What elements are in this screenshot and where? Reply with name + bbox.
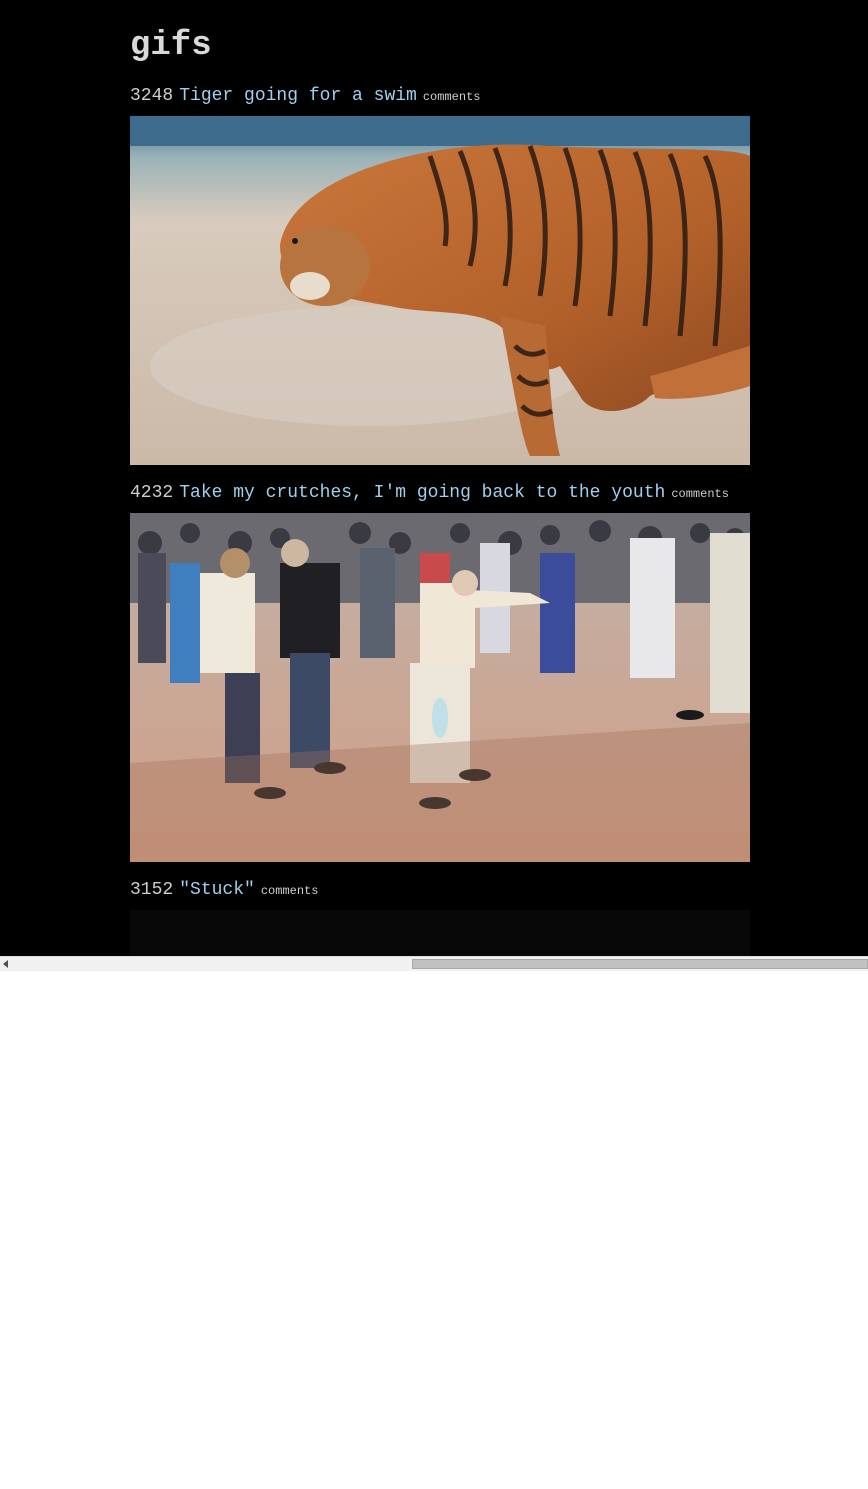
- scrollbar-thumb[interactable]: [412, 959, 868, 969]
- post-gif-tiger[interactable]: [130, 116, 750, 465]
- post-score: 4232: [130, 483, 174, 503]
- site-title: gifs: [130, 27, 212, 65]
- post-header: 3152 "Stuck" comments: [130, 879, 318, 901]
- comments-link[interactable]: comments: [423, 90, 481, 104]
- post-title-link[interactable]: "Stuck": [179, 880, 255, 900]
- post-title-link[interactable]: Take my crutches, I'm going back to the …: [179, 483, 665, 503]
- tiger-image: [130, 116, 750, 465]
- triangle-left-icon[interactable]: [3, 960, 8, 968]
- comments-link[interactable]: comments: [261, 884, 319, 898]
- post-header: 4232 Take my crutches, I'm going back to …: [130, 482, 729, 504]
- post-score: 3152: [130, 880, 174, 900]
- post-score: 3248: [130, 86, 174, 106]
- page-viewport: gifs 3248 Tiger going for a swim comments: [0, 0, 868, 956]
- dancing-image: [130, 513, 750, 862]
- horizontal-scrollbar[interactable]: [0, 956, 868, 971]
- post-gif-dancing[interactable]: [130, 513, 750, 862]
- post-title-link[interactable]: Tiger going for a swim: [179, 86, 417, 106]
- stuck-image: [130, 910, 750, 956]
- post-gif-stuck[interactable]: [130, 910, 750, 956]
- post-header: 3248 Tiger going for a swim comments: [130, 85, 480, 107]
- comments-link[interactable]: comments: [671, 487, 729, 501]
